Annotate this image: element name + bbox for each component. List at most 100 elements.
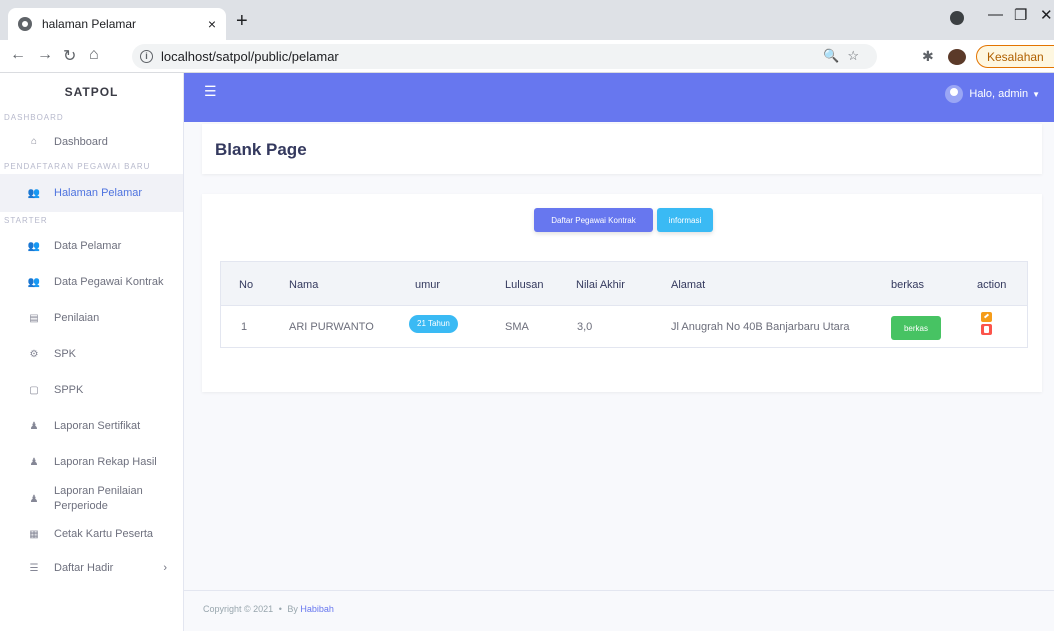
id-card-icon: ▦ (29, 528, 39, 540)
forward-icon[interactable]: → (37, 46, 53, 64)
sidebar-item-dashboard[interactable]: ⌂ Dashboard (0, 125, 183, 158)
sidebar-item-label: Data Pelamar (54, 240, 122, 252)
table-row: 1 ARI PURWANTO 21 Tahun SMA 3,0 Jl Anugr… (221, 306, 1027, 348)
minimize-icon[interactable]: — (988, 6, 1003, 23)
user-icon: ♟ (29, 420, 39, 432)
address-bar[interactable]: i localhost/satpol/public/pelamar 🔍☆ (132, 44, 877, 69)
table-header-row: No Nama umur Lulusan Nilai Akhir Alamat … (221, 262, 1027, 306)
new-tab-button[interactable]: + (236, 10, 248, 33)
trash-icon[interactable] (981, 324, 992, 335)
users-icon: 👥 (27, 240, 41, 252)
sidebar-item-label: Laporan Sertifikat (54, 420, 141, 432)
user-greeting: Halo, admin (969, 88, 1029, 100)
sidebar-item-label: Data Pegawai Kontrak (54, 276, 164, 288)
profile-circle-icon[interactable] (950, 11, 964, 25)
home-icon: ⌂ (30, 136, 38, 147)
header-berkas: berkas (891, 279, 925, 291)
header-nama: Nama (289, 279, 319, 291)
extension-avatar-icon[interactable] (948, 49, 966, 65)
pelamar-table: No Nama umur Lulusan Nilai Akhir Alamat … (220, 261, 1028, 348)
globe-icon (18, 17, 32, 31)
hamburger-menu-icon[interactable]: ☰ (204, 83, 217, 100)
sidebar-item-sppk[interactable]: ▢ SPPK (0, 372, 183, 408)
sidebar-item-label: Penilaian (54, 312, 100, 324)
tab-close-icon[interactable]: × (208, 16, 216, 32)
sidebar-item-cetak-kartu-peserta[interactable]: ▦ Cetak Kartu Peserta (0, 518, 183, 550)
top-navbar: ☰ Halo, admin ▼ (184, 73, 1054, 122)
cell-nilai-akhir: 3,0 (577, 321, 593, 333)
footer-text: Copyright © 2021 • By Habibah (203, 604, 334, 614)
home-icon[interactable]: ⌂ (89, 46, 99, 64)
page-header-card: Blank Page (202, 124, 1042, 174)
sidebar-item-label: Cetak Kartu Peserta (54, 528, 154, 540)
clipboard-icon: ▤ (29, 312, 39, 324)
footer: Copyright © 2021 • By Habibah (184, 590, 1054, 631)
sidebar-item-laporan-sertifikat[interactable]: ♟ Laporan Sertifikat (0, 408, 183, 444)
close-window-icon[interactable]: ✕ (1040, 6, 1053, 24)
sidebar-item-data-pelamar[interactable]: 👥 Data Pelamar (0, 228, 183, 264)
zoom-star-icons[interactable]: 🔍☆ (823, 48, 867, 64)
daftar-pegawai-kontrak-button[interactable]: Daftar Pegawai Kontrak (534, 208, 653, 232)
list-icon: ☰ (29, 562, 39, 574)
berkas-button[interactable]: berkas (891, 316, 941, 340)
footer-by: By (287, 604, 298, 614)
sidebar-item-daftar-hadir[interactable]: ☰ Daftar Hadir › (0, 550, 183, 586)
header-umur: umur (415, 279, 441, 291)
cell-alamat: Jl Anugrah No 40B Banjarbaru Utara (671, 321, 850, 333)
header-nilai-akhir: Nilai Akhir (576, 279, 625, 291)
brand-logo[interactable]: SATPOL (0, 73, 183, 111)
sidebar-heading-pendaftaran: PENDAFTARAN PEGAWAI BARU (4, 162, 151, 171)
url-text: localhost/satpol/public/pelamar (161, 49, 339, 64)
sidebar-heading-dashboard: DASHBOARD (4, 113, 64, 122)
informasi-button[interactable]: informasi (657, 208, 713, 232)
chevron-right-icon: › (163, 562, 167, 574)
sidebar-item-label: SPPK (54, 384, 84, 396)
author-link[interactable]: Habibah (300, 604, 334, 614)
cell-lulusan: SMA (505, 321, 529, 333)
sidebar-item-laporan-penilaian-perperiode[interactable]: ♟ Laporan Penilaian Perperiode (0, 480, 183, 518)
header-alamat: Alamat (671, 279, 706, 291)
tab-title: halaman Pelamar (42, 17, 137, 31)
sidebar-item-label: Daftar Hadir (54, 562, 114, 574)
sidebar-item-label: Dashboard (54, 135, 108, 148)
sidebar-item-penilaian[interactable]: ▤ Penilaian (0, 300, 183, 336)
copyright-text: Copyright © 2021 (203, 604, 274, 614)
square-icon: ▢ (29, 384, 39, 396)
sidebar-item-laporan-rekap-hasil[interactable]: ♟ Laporan Rekap Hasil (0, 444, 183, 480)
sidebar-heading-starter: STARTER (4, 216, 48, 225)
error-label: Kesalahan (987, 49, 1044, 64)
sidebar-item-label: Laporan Penilaian Perperiode (54, 485, 143, 512)
browser-toolbar: ← → ↻ ⌂ i localhost/satpol/public/pelama… (0, 40, 1054, 73)
sidebar: SATPOL DASHBOARD ⌂ Dashboard PENDAFTARAN… (0, 73, 184, 631)
sidebar-item-label: SPK (54, 348, 77, 360)
sidebar-item-label: Halaman Pelamar (54, 187, 143, 199)
extensions-icon[interactable]: ✱ (922, 48, 934, 65)
header-lulusan: Lulusan (505, 279, 544, 291)
menu-dots-icon: ⋮ (1050, 50, 1054, 64)
user-group-icon: ♟ (29, 493, 39, 505)
reload-icon[interactable]: ↻ (63, 46, 76, 66)
user-avatar (945, 85, 964, 103)
content-card: Daftar Pegawai Kontrak informasi No Nama… (202, 194, 1042, 392)
caret-down-icon: ▼ (1032, 89, 1040, 99)
umur-badge: 21 Tahun (409, 315, 458, 333)
page-title: Blank Page (215, 140, 307, 159)
back-icon[interactable]: ← (10, 46, 26, 64)
user-group-icon: ♟ (29, 456, 39, 468)
info-icon[interactable]: i (140, 50, 153, 63)
browser-tab-bar: halaman Pelamar × + — ❐ ✕ (0, 0, 1054, 40)
footer-separator: • (278, 604, 282, 614)
sidebar-item-halaman-pelamar[interactable]: 👥 Halaman Pelamar (0, 174, 183, 212)
sidebar-item-data-pegawai-kontrak[interactable]: 👥 Data Pegawai Kontrak (0, 264, 183, 300)
edit-icon[interactable] (981, 312, 992, 322)
user-dropdown[interactable]: Halo, admin ▼ (945, 85, 1040, 103)
error-button[interactable]: Kesalahan ⋮ (976, 45, 1054, 68)
sidebar-item-label: Laporan Rekap Hasil (54, 456, 157, 468)
sidebar-item-spk[interactable]: ⚙ SPK (0, 336, 183, 372)
users-icon: 👥 (27, 276, 41, 288)
browser-tab[interactable]: halaman Pelamar × (8, 8, 226, 40)
restore-icon[interactable]: ❐ (1014, 6, 1027, 24)
cell-no: 1 (241, 321, 248, 333)
user-cog-icon: ⚙ (29, 348, 39, 360)
users-icon: 👥 (27, 187, 41, 199)
